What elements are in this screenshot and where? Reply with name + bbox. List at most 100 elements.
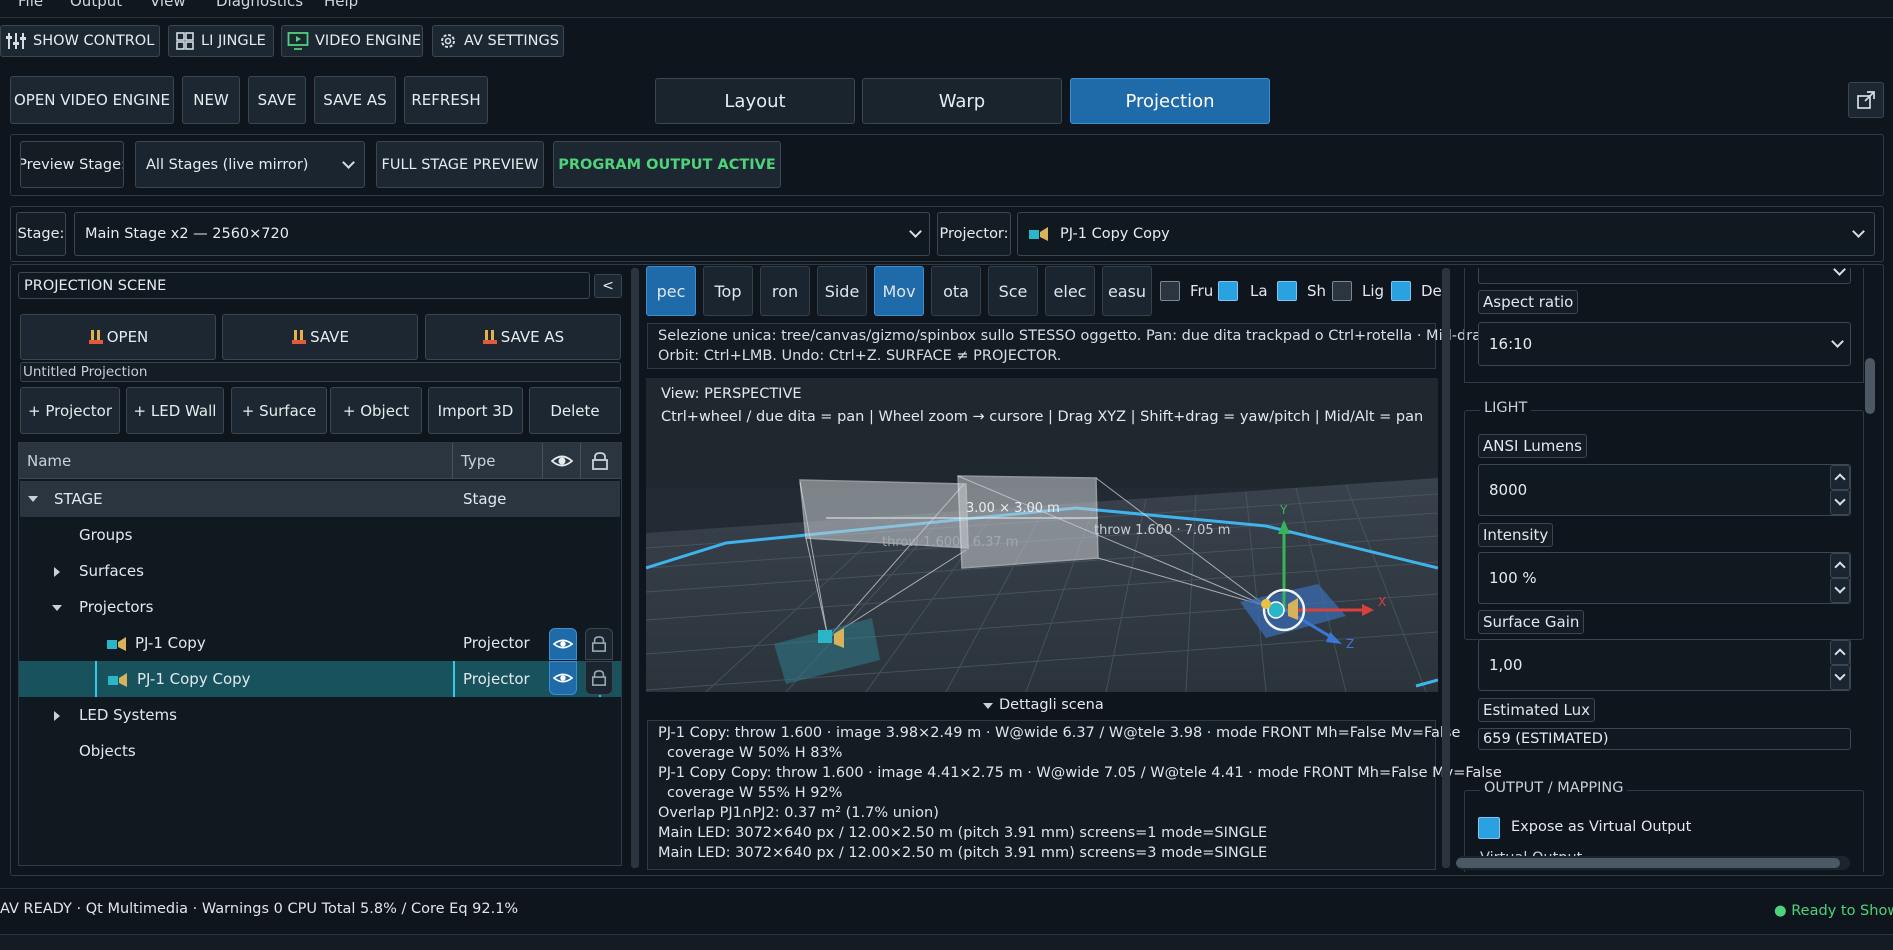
gain-increment[interactable] [1830, 640, 1850, 665]
scene-title-field[interactable]: PROJECTION SCENE [18, 272, 590, 299]
collapsed-icon [54, 567, 60, 577]
lock-toggle-pj1[interactable] [585, 628, 613, 660]
tab-video-engine[interactable]: VIDEO ENGINE [281, 25, 423, 57]
tab-projection[interactable]: Projection [1070, 78, 1270, 124]
add-led-wall-button[interactable]: + LED Wall [126, 387, 224, 434]
visibility-toggle-pj1[interactable] [549, 628, 577, 660]
chevron-down-icon [1834, 669, 1846, 681]
tool-side[interactable]: Side [817, 266, 867, 316]
tree-row-surfaces[interactable]: Surfaces [20, 553, 620, 589]
new-button[interactable]: NEW [182, 76, 240, 124]
open-video-engine-button[interactable]: OPEN VIDEO ENGINE [10, 76, 174, 124]
tree-row-led-systems[interactable]: LED Systems [20, 697, 620, 733]
col-name[interactable]: Name [27, 452, 71, 470]
projector-select[interactable]: PJ-1 Copy Copy [1017, 212, 1875, 256]
toggle-labels[interactable] [1218, 281, 1238, 301]
toggle-frustum-label: Fru [1190, 282, 1214, 300]
tool-rotate[interactable]: ota [931, 266, 981, 316]
col-type[interactable]: Type [461, 452, 495, 470]
stage-label: Stage: [16, 212, 66, 256]
left-splitter[interactable] [631, 268, 639, 868]
tool-move[interactable]: Mov [874, 266, 924, 316]
tool-label: elec [1053, 281, 1087, 301]
scene-save-button[interactable]: SAVE [222, 314, 418, 360]
file-icon [292, 330, 307, 344]
hint-line-1: Selezione unica: tree/canvas/gizmo/spinb… [658, 328, 1500, 344]
vertical-scrollbar[interactable] [1864, 268, 1876, 868]
tab-li-jingle[interactable]: LI JINGLE [168, 25, 274, 57]
full-stage-preview-button[interactable]: FULL STAGE PREVIEW [376, 141, 544, 188]
tab-warp[interactable]: Warp [862, 78, 1062, 124]
visibility-toggle-pj2[interactable] [549, 661, 577, 695]
intensity-increment[interactable] [1830, 553, 1850, 578]
tool-scale[interactable]: Sce [988, 266, 1038, 316]
vertical-scroll-thumb[interactable] [1865, 358, 1875, 414]
menu-view[interactable]: View [150, 0, 186, 10]
expose-virtual-output-checkbox[interactable] [1478, 817, 1500, 839]
tree-label: Groups [79, 526, 133, 544]
chevron-down-icon [1834, 494, 1846, 506]
detach-button[interactable] [1848, 82, 1884, 118]
tool-front[interactable]: ron [760, 266, 810, 316]
details-toggle[interactable]: Dettagli scena [646, 694, 1438, 718]
ansi-lumens-input[interactable]: 8000 [1478, 464, 1851, 516]
add-surface-button[interactable]: + Surface [231, 387, 327, 434]
surface-gain-label: Surface Gain [1478, 610, 1585, 634]
delete-button[interactable]: Delete [529, 387, 621, 434]
save-as-button[interactable]: SAVE AS [314, 76, 396, 124]
axis-y-label: Y [1279, 503, 1288, 517]
monitor-icon [287, 32, 309, 50]
menu-help[interactable]: Help [324, 0, 358, 10]
toggle-shadows[interactable] [1277, 281, 1297, 301]
toggle-details[interactable] [1391, 281, 1411, 301]
menu-output[interactable]: Output [70, 0, 122, 10]
viewport-3d[interactable]: 3.00 × 3.00 m throw 1.600 · 7.05 m throw… [646, 378, 1438, 692]
estimated-lux-value-box: 659 (ESTIMATED) [1478, 728, 1851, 750]
preview-stage-select[interactable]: All Stages (live mirror) [135, 141, 365, 188]
scene-save-as-button[interactable]: SAVE AS [425, 314, 621, 360]
tab-show-control[interactable]: SHOW CONTROL [0, 25, 160, 57]
toggle-lights[interactable] [1332, 281, 1352, 301]
tree-row-stage[interactable]: STAGE Stage [20, 481, 620, 517]
save-button[interactable]: SAVE [248, 76, 306, 124]
import-3d-button[interactable]: Import 3D [428, 387, 523, 434]
add-object-button[interactable]: + Object [330, 387, 422, 434]
ansi-decrement[interactable] [1830, 490, 1850, 515]
col-divider [542, 443, 543, 479]
intensity-value: 100 % [1489, 569, 1537, 587]
tree-row-pj2-selected[interactable]: PJ-1 Copy Copy Projector [19, 661, 621, 697]
gain-decrement[interactable] [1830, 665, 1850, 690]
tool-label: easu [1107, 281, 1147, 301]
tree-label: PJ-1 Copy Copy [137, 670, 251, 688]
col-divider [452, 443, 453, 479]
ansi-increment[interactable] [1830, 465, 1850, 490]
tool-top[interactable]: Top [703, 266, 753, 316]
tree-row-projectors[interactable]: Projectors [20, 589, 620, 625]
tree-row-objects[interactable]: Objects [20, 733, 620, 769]
preview-stage-label: Preview Stage: [20, 141, 124, 188]
toggle-frustum[interactable] [1160, 281, 1180, 301]
tree-row-pj1[interactable]: PJ-1 Copy Projector [20, 625, 620, 661]
tree-row-groups[interactable]: Groups [20, 517, 620, 553]
add-projector-button[interactable]: + Projector [20, 387, 120, 434]
intensity-input[interactable]: 100 % [1478, 552, 1851, 604]
horizontal-scroll-thumb[interactable] [1456, 858, 1840, 868]
selection-marker [95, 661, 97, 697]
surface-gain-input[interactable]: 1,00 [1478, 639, 1851, 691]
tab-layout[interactable]: Layout [655, 78, 855, 124]
intensity-decrement[interactable] [1830, 578, 1850, 603]
right-splitter[interactable] [1442, 268, 1450, 868]
surface-gain-value: 1,00 [1489, 656, 1523, 674]
stage-select[interactable]: Main Stage x2 — 2560×720 [74, 212, 930, 256]
tab-av-settings[interactable]: AV SETTINGS [432, 25, 564, 57]
tool-measure[interactable]: easu [1102, 266, 1152, 316]
refresh-button[interactable]: REFRESH [404, 76, 488, 124]
menu-file[interactable]: File [18, 0, 43, 10]
menu-diagnostics[interactable]: Diagnostics [216, 0, 303, 10]
tool-select[interactable]: elec [1045, 266, 1095, 316]
horizontal-scrollbar[interactable] [1456, 856, 1850, 870]
scene-open-button[interactable]: OPEN [20, 314, 216, 360]
collapse-button[interactable]: < [594, 274, 622, 298]
tool-perspective[interactable]: pec [646, 266, 696, 316]
lock-toggle-pj2[interactable] [585, 661, 613, 695]
